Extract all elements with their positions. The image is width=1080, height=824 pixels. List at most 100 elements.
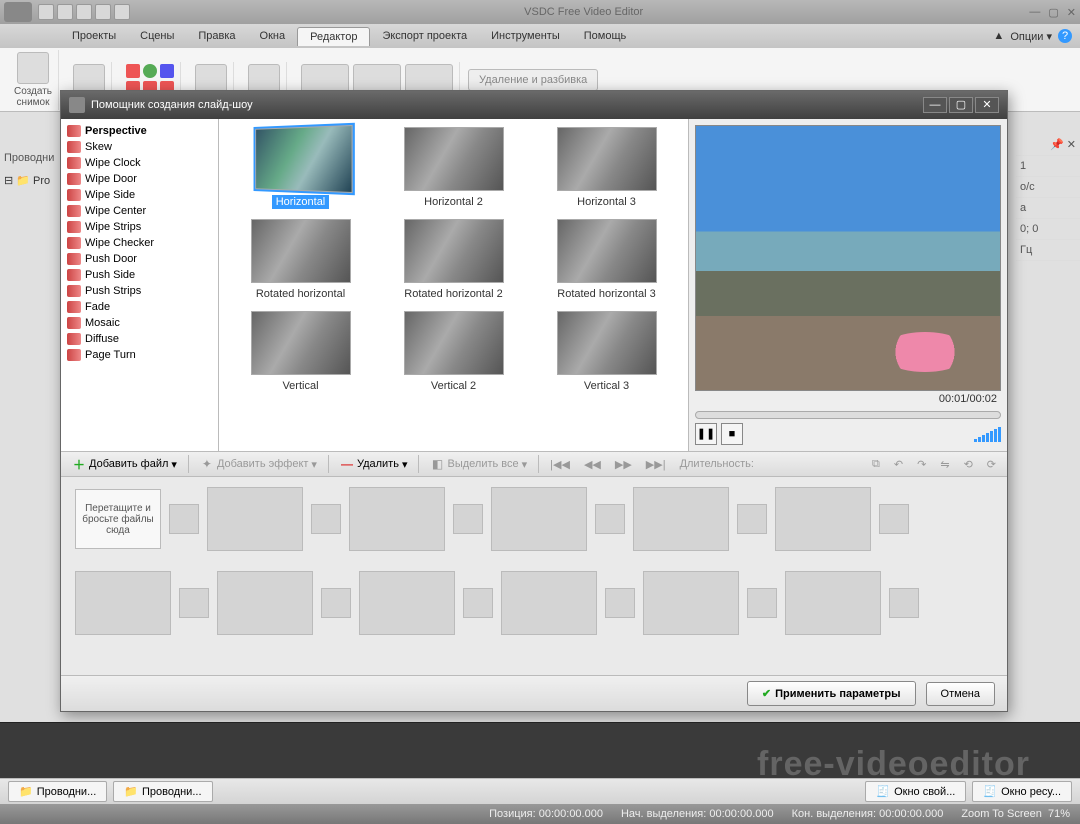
transition-item[interactable]: Fade (65, 299, 214, 315)
clip-slot[interactable] (349, 487, 445, 551)
qat-save-icon[interactable] (76, 4, 92, 20)
gallery-item[interactable]: Rotated horizontal 2 (380, 219, 527, 301)
tab-props[interactable]: 🧾 Окно свой... (865, 781, 966, 802)
project-tree-root[interactable]: ⊟ 📁 Pro (4, 174, 50, 187)
gallery-item[interactable]: Vertical 2 (380, 311, 527, 393)
tool-redo-icon[interactable]: ⟳ (982, 456, 1001, 473)
transition-slot[interactable] (453, 504, 483, 534)
delete-split-button[interactable]: Удаление и разбивка (468, 69, 598, 91)
pin-icon[interactable]: 📌 ✕ (1016, 134, 1080, 156)
transition-item[interactable]: Wipe Strips (65, 219, 214, 235)
menu-tools[interactable]: Инструменты (479, 27, 572, 45)
clip-slot[interactable] (775, 487, 871, 551)
transition-item[interactable]: Wipe Side (65, 187, 214, 203)
menu-edit[interactable]: Правка (186, 27, 247, 45)
transition-item[interactable]: Push Door (65, 251, 214, 267)
volume-indicator[interactable] (974, 427, 1001, 442)
gallery-item[interactable]: Horizontal 3 (533, 127, 680, 209)
pause-button[interactable]: ❚❚ (695, 423, 717, 445)
transition-slot[interactable] (605, 588, 635, 618)
menu-editor[interactable]: Редактор (297, 27, 370, 46)
transition-item[interactable]: Page Turn (65, 347, 214, 363)
storyboard[interactable]: Перетащите и бросьте файлы сюда (61, 477, 1007, 675)
tool-rotate-right-icon[interactable]: ↷ (912, 456, 931, 473)
menu-help[interactable]: Помощь (572, 27, 639, 45)
transition-slot[interactable] (169, 504, 199, 534)
dialog-maximize-button[interactable]: ▢ (949, 97, 973, 113)
add-file-button[interactable]: ＋Добавить файл ▾ (67, 455, 182, 473)
clip-slot[interactable] (633, 487, 729, 551)
clip-slot[interactable] (643, 571, 739, 635)
gallery-item[interactable]: Rotated horizontal 3 (533, 219, 680, 301)
transition-item[interactable]: Wipe Checker (65, 235, 214, 251)
transition-item[interactable]: Push Strips (65, 283, 214, 299)
apply-button[interactable]: Применить параметры (747, 681, 916, 706)
transition-item[interactable]: Push Side (65, 267, 214, 283)
tab-explorer-2[interactable]: 📁 Проводни... (113, 781, 212, 802)
add-effect-button[interactable]: ✦Добавить эффект ▾ (195, 455, 322, 473)
gallery-item[interactable]: Rotated horizontal (227, 219, 374, 301)
select-all-button[interactable]: ◧Выделить все ▾ (425, 455, 532, 473)
qat-dropdown-icon[interactable] (114, 4, 130, 20)
transition-item[interactable]: Wipe Door (65, 171, 214, 187)
menu-scenes[interactable]: Сцены (128, 27, 186, 45)
tool-rotate-left-icon[interactable]: ↶ (889, 456, 908, 473)
transition-item[interactable]: Diffuse (65, 331, 214, 347)
transition-item[interactable]: Skew (65, 139, 214, 155)
clip-slot[interactable] (785, 571, 881, 635)
transition-slot[interactable] (311, 504, 341, 534)
minimize-button[interactable]: — (1029, 6, 1040, 19)
tab-resources[interactable]: 🧾 Окно ресу... (972, 781, 1072, 802)
help-icon[interactable]: ? (1058, 29, 1072, 43)
transition-slot[interactable] (321, 588, 351, 618)
transition-slot[interactable] (737, 504, 767, 534)
transition-slot[interactable] (463, 588, 493, 618)
clip-slot[interactable] (75, 571, 171, 635)
clip-slot[interactable] (501, 571, 597, 635)
preview-seek-slider[interactable] (695, 411, 1001, 419)
transition-item[interactable]: Perspective (65, 123, 214, 139)
transition-slot[interactable] (879, 504, 909, 534)
clip-slot[interactable] (491, 487, 587, 551)
transition-item[interactable]: Mosaic (65, 315, 214, 331)
nav-prev-button[interactable]: ◀◀ (579, 456, 606, 473)
transition-slot[interactable] (889, 588, 919, 618)
transition-slot[interactable] (747, 588, 777, 618)
maximize-button[interactable]: ▢ (1048, 6, 1058, 19)
delete-button[interactable]: —Удалить ▾ (335, 455, 413, 473)
gallery-item[interactable]: Horizontal 2 (380, 127, 527, 209)
transition-item[interactable]: Wipe Center (65, 203, 214, 219)
menu-windows[interactable]: Окна (248, 27, 298, 45)
dialog-close-button[interactable]: ✕ (975, 97, 999, 113)
qat-open-icon[interactable] (57, 4, 73, 20)
transition-item[interactable]: Wipe Clock (65, 155, 214, 171)
menu-projects[interactable]: Проекты (60, 27, 128, 45)
drop-hint[interactable]: Перетащите и бросьте файлы сюда (75, 489, 161, 549)
qat-new-icon[interactable] (38, 4, 54, 20)
tool-undo-icon[interactable]: ⟲ (959, 456, 978, 473)
transition-list[interactable]: PerspectiveSkewWipe ClockWipe DoorWipe S… (61, 119, 219, 451)
nav-last-button[interactable]: ▶▶| (641, 456, 671, 473)
options-menu[interactable]: Опции ▾ (1010, 30, 1052, 43)
stop-button[interactable]: ■ (721, 423, 743, 445)
qat-export-icon[interactable] (95, 4, 111, 20)
transition-slot[interactable] (595, 504, 625, 534)
gallery-item[interactable]: Horizontal (227, 127, 374, 209)
timeline[interactable] (0, 722, 1080, 778)
dialog-minimize-button[interactable]: — (923, 97, 947, 113)
close-button[interactable]: ✕ (1067, 6, 1076, 19)
nav-first-button[interactable]: |◀◀ (545, 456, 575, 473)
clip-slot[interactable] (207, 487, 303, 551)
menu-export[interactable]: Экспорт проекта (370, 27, 479, 45)
tab-explorer-1[interactable]: 📁 Проводни... (8, 781, 107, 802)
clip-slot[interactable] (217, 571, 313, 635)
nav-next-button[interactable]: ▶▶ (610, 456, 637, 473)
snapshot-button[interactable]: Создать снимок (8, 50, 59, 110)
transition-slot[interactable] (179, 588, 209, 618)
gallery-item[interactable]: Vertical 3 (533, 311, 680, 393)
gallery-item[interactable]: Vertical (227, 311, 374, 393)
cancel-button[interactable]: Отмена (926, 682, 995, 706)
tool-flip-icon[interactable]: ⇋ (935, 456, 954, 473)
tool-crop-icon[interactable]: ⧉ (867, 456, 885, 473)
clip-slot[interactable] (359, 571, 455, 635)
